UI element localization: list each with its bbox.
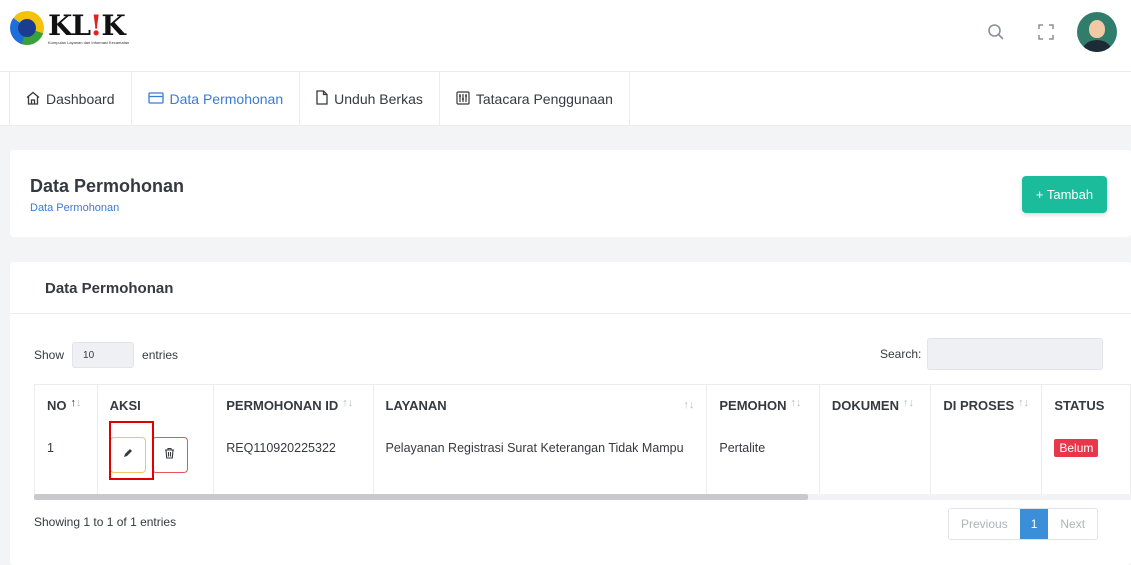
nav-item-unduh-berkas[interactable]: Unduh Berkas (300, 72, 440, 126)
user-avatar[interactable] (1077, 12, 1117, 52)
entries-length-control: Show 10 entries (34, 342, 178, 368)
nav-label: Data Permohonan (169, 91, 284, 107)
column-header-di-proses[interactable]: DI PROSES ↑↓ (930, 384, 1043, 427)
top-header: KL!K Kumpulan Layanan dan Informasi Keca… (0, 0, 1131, 72)
pencil-icon (122, 447, 134, 462)
cell-no: 1 (34, 426, 98, 494)
status-badge: Belum (1054, 438, 1099, 457)
edit-button[interactable] (109, 436, 146, 473)
pagination: Previous 1 Next (948, 508, 1099, 540)
table-info: Showing 1 to 1 of 1 entries (34, 515, 177, 529)
data-card: Data Permohonan Show 10 entries Search: … (10, 262, 1131, 565)
table-container: NO ↑↓ AKSI PERMOHONAN ID ↑↓ LAYANAN ↑↓ PEMO… (34, 384, 1131, 494)
app-logo[interactable]: KL!K Kumpulan Layanan dan Informasi Keca… (10, 8, 129, 48)
delete-button[interactable] (151, 436, 188, 473)
logo-emblem-icon (10, 11, 44, 45)
page-header-card: Data Permohonan Data Permohonan + Tambah (10, 150, 1131, 237)
cell-dokumen (818, 426, 932, 494)
nav-label: Dashboard (46, 91, 115, 107)
nav-label: Unduh Berkas (334, 91, 423, 107)
cell-status: Belum (1041, 426, 1131, 494)
permohonan-table: NO ↑↓ AKSI PERMOHONAN ID ↑↓ LAYANAN ↑↓ PEMO… (34, 384, 1131, 494)
column-header-pemohon[interactable]: PEMOHON ↑↓ (706, 384, 820, 427)
fullscreen-icon[interactable] (1021, 12, 1071, 52)
entries-select[interactable]: 10 (72, 342, 135, 368)
trash-icon (164, 447, 175, 462)
cell-di-proses (930, 426, 1043, 494)
table-search: Search: (880, 338, 1104, 370)
nav-item-tatacara-penggunaan[interactable]: Tatacara Penggunaan (440, 72, 630, 126)
cell-layanan: Pelayanan Registrasi Surat Keterangan Ti… (372, 426, 708, 494)
cell-pemohon: Pertalite (706, 426, 820, 494)
pagination-page-1[interactable]: 1 (1019, 509, 1049, 539)
card-title: Data Permohonan (45, 280, 174, 297)
guide-icon (456, 90, 470, 108)
column-header-no[interactable]: NO ↑↓ (34, 384, 98, 427)
cell-permohonan-id: REQ110920225322 (213, 426, 374, 494)
logo-wordmark: KL!K (48, 8, 126, 42)
column-header-layanan[interactable]: LAYANAN ↑↓ (372, 384, 708, 427)
logo-subtitle: Kumpulan Layanan dan Informasi Kecamatan (48, 39, 130, 45)
column-header-status[interactable]: STATUS (1041, 384, 1131, 427)
column-header-aksi: AKSI (96, 384, 215, 427)
main-nav: Dashboard Data Permohonan Unduh Berkas T… (0, 72, 1131, 126)
nav-item-data-permohonan[interactable]: Data Permohonan (132, 72, 301, 126)
table-header-row: NO ↑↓ AKSI PERMOHONAN ID ↑↓ LAYANAN ↑↓ PEMO… (34, 384, 1131, 427)
search-label: Search: (880, 347, 922, 361)
home-icon (26, 91, 40, 108)
pagination-next[interactable]: Next (1048, 509, 1098, 539)
card-icon (147, 91, 164, 107)
cell-aksi (96, 426, 215, 494)
add-button[interactable]: + Tambah (1022, 176, 1107, 213)
horizontal-scrollbar[interactable] (34, 494, 1131, 500)
search-icon[interactable] (971, 12, 1021, 52)
table-row: 1 REQ110920225322 Pelayanan Registrasi S… (34, 426, 1131, 494)
breadcrumb[interactable]: Data Permohonan (30, 202, 119, 214)
nav-item-dashboard[interactable]: Dashboard (10, 72, 132, 126)
nav-label: Tatacara Penggunaan (475, 91, 613, 107)
scrollbar-thumb[interactable] (34, 494, 808, 500)
column-header-permohonan-id[interactable]: PERMOHONAN ID ↑↓ (213, 384, 374, 427)
file-icon (316, 90, 328, 108)
page-title: Data Permohonan (30, 176, 185, 196)
pagination-previous[interactable]: Previous (949, 509, 1020, 539)
column-header-dokumen[interactable]: DOKUMEN ↑↓ (818, 384, 932, 427)
search-input[interactable] (927, 338, 1104, 370)
